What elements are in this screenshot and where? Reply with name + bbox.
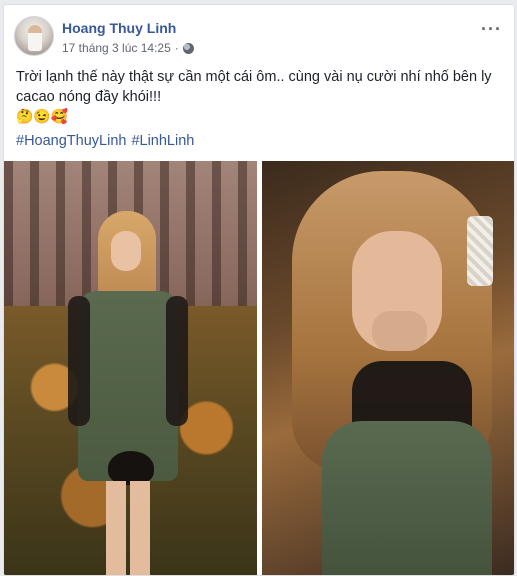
ellipsis-icon: ··· — [481, 19, 502, 39]
hashtag-list: #HoangThuyLinh #LinhLinh — [16, 133, 194, 149]
post-emojis: 🤔😉🥰 — [16, 108, 69, 124]
legs — [106, 481, 150, 575]
post-photo-2[interactable] — [262, 161, 514, 575]
post-header: Hoang Thuy Linh 17 tháng 3 lúc 14:25 · ·… — [4, 5, 514, 63]
woman-standing — [68, 201, 188, 575]
post-timestamp[interactable]: 17 tháng 3 lúc 14:25 — [62, 41, 171, 55]
post-photo-1[interactable] — [4, 161, 257, 575]
face — [111, 231, 141, 271]
photo-grid — [4, 161, 514, 575]
post-meta: 17 tháng 3 lúc 14:25 · — [62, 41, 194, 55]
avatar-figure — [28, 25, 42, 51]
hashtag-link[interactable]: #HoangThuyLinh — [16, 133, 126, 149]
author-avatar[interactable] — [14, 16, 54, 56]
post-caption: Trời lạnh thế này thật sự cần một cái ôm… — [16, 69, 492, 105]
black-sleeve-right — [166, 296, 188, 426]
hand — [372, 311, 427, 351]
handbag — [108, 451, 154, 485]
more-options-button[interactable]: ··· — [481, 19, 502, 40]
green-dress — [322, 421, 492, 575]
hair-clip — [467, 216, 493, 286]
globe-icon[interactable] — [182, 42, 194, 54]
black-sleeve-left — [68, 296, 90, 426]
dot-separator: · — [174, 41, 179, 55]
author-name[interactable]: Hoang Thuy Linh — [62, 20, 176, 36]
hashtag-link[interactable]: #LinhLinh — [131, 133, 194, 149]
facebook-post: Hoang Thuy Linh 17 tháng 3 lúc 14:25 · ·… — [3, 4, 515, 576]
